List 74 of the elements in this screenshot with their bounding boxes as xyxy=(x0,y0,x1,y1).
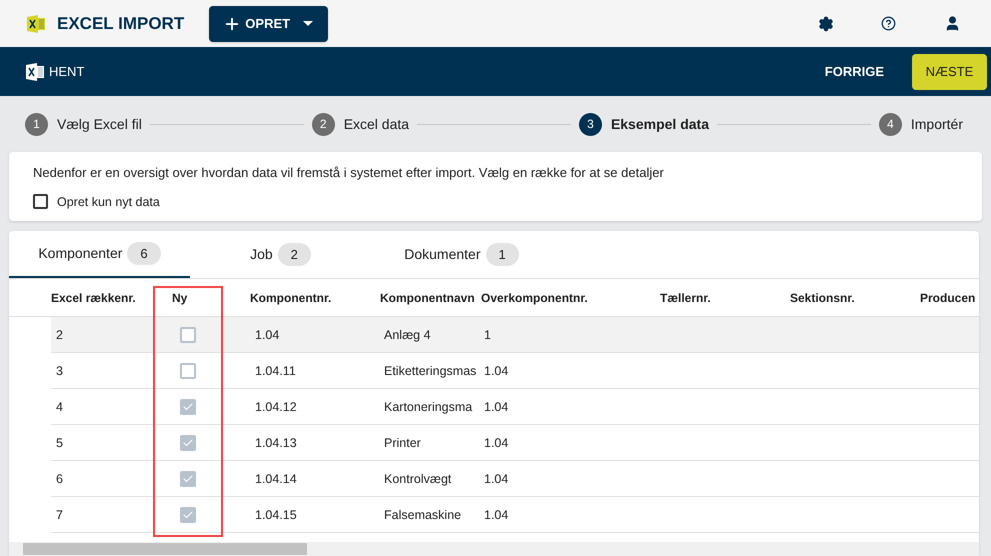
table-cell: Kontrolvægt xyxy=(384,472,452,486)
app-title: EXCEL IMPORT xyxy=(57,12,184,35)
new-checkbox[interactable] xyxy=(180,506,196,522)
table-cell: 2 xyxy=(56,328,63,342)
table-cell: 1.04 xyxy=(484,508,508,522)
table-cell: 1.04 xyxy=(484,400,508,414)
table-cell: 1.04.14 xyxy=(255,472,297,486)
horizontal-scrollbar[interactable] xyxy=(9,542,979,556)
table-row[interactable]: 3 1.04.11 Etiketteringsmas 1.04 xyxy=(51,353,979,389)
table-row[interactable]: 7 1.04.15 Falsemaskine 1.04 xyxy=(51,497,979,533)
column-header[interactable]: Overkomponentnr. xyxy=(481,290,588,304)
tab[interactable]: Job 2 xyxy=(190,231,371,278)
step-number: 3 xyxy=(578,112,602,136)
table-row[interactable]: 5 1.04.13 Printer 1.04 xyxy=(51,425,979,461)
table-cell: Falsemaskine xyxy=(384,508,462,522)
check-icon xyxy=(182,400,194,412)
info-text: Nedenfor er en oversigt over hvordan data vil fremstå i systemet efter import. Vælg en række for at se detaljer xyxy=(33,164,665,182)
create-button[interactable]: OPRET xyxy=(209,6,328,42)
only-new-checkbox[interactable] xyxy=(33,194,48,210)
table-cell: Etiketteringsmas xyxy=(384,364,476,378)
new-checkbox[interactable] xyxy=(180,434,196,450)
table-cell: Printer xyxy=(384,436,421,450)
table-cell: 1.04 xyxy=(484,436,508,450)
column-header[interactable]: Sektionsnr. xyxy=(790,290,855,304)
column-header[interactable]: Komponentnr. xyxy=(250,290,332,304)
table-cell: 7 xyxy=(56,508,63,522)
column-header[interactable]: Excel rækkenr. xyxy=(51,290,136,304)
table-cell: 1.04 xyxy=(255,328,280,342)
excel-icon xyxy=(26,14,46,34)
table-cell: Kartoneringsma xyxy=(384,400,472,414)
column-header[interactable]: Tællernr. xyxy=(660,290,711,304)
table-row[interactable]: 2 1.04 Anlæg 4 1 xyxy=(51,317,979,353)
fetch-button[interactable]: HENT xyxy=(49,62,84,82)
step-label: Importér xyxy=(910,114,963,134)
previous-button[interactable]: FORRIGE xyxy=(824,62,884,82)
step-label: Eksempel data xyxy=(610,114,709,134)
step-number: 2 xyxy=(312,112,335,136)
column-header[interactable]: Komponentnavn xyxy=(380,290,475,304)
user-icon[interactable] xyxy=(944,15,961,32)
checkbox-label: Opret kun nyt data xyxy=(57,194,160,211)
step-number: 1 xyxy=(25,112,48,136)
table-cell: 1.04.13 xyxy=(255,436,297,450)
settings-icon[interactable] xyxy=(818,16,834,32)
help-icon[interactable] xyxy=(881,16,896,31)
table-cell: 3 xyxy=(56,364,63,378)
step-label: Vælg Excel fil xyxy=(57,114,142,134)
table-cell: 5 xyxy=(56,436,63,450)
next-button[interactable]: NÆSTE xyxy=(912,54,987,90)
column-header[interactable]: Producen xyxy=(920,290,976,304)
step-number: 4 xyxy=(878,112,902,136)
table-cell: 4 xyxy=(56,400,63,414)
check-icon xyxy=(182,436,194,448)
table-cell: Anlæg 4 xyxy=(384,328,431,342)
table-cell: 1.04.11 xyxy=(255,364,296,378)
excel-icon xyxy=(25,62,45,82)
table-cell: 1.04.12 xyxy=(255,400,297,414)
caret-icon xyxy=(302,20,314,26)
table-cell: 6 xyxy=(56,472,63,486)
new-checkbox[interactable] xyxy=(180,398,196,414)
new-checkbox[interactable] xyxy=(180,326,196,342)
tab[interactable]: Dokumenter 1 xyxy=(371,231,552,278)
check-icon xyxy=(182,472,194,484)
new-checkbox[interactable] xyxy=(180,362,196,378)
step-label: Excel data xyxy=(344,114,410,134)
table-row[interactable]: 6 1.04.14 Kontrolvægt 1.04 xyxy=(51,461,979,497)
table-cell: 1 xyxy=(484,328,491,342)
table-cell: 1.04.15 xyxy=(255,508,297,522)
table-cell: 1.04 xyxy=(484,364,508,378)
table-cell: 1.04 xyxy=(484,472,508,486)
new-checkbox[interactable] xyxy=(180,470,196,486)
tab[interactable]: Komponenter 6 xyxy=(9,231,190,278)
column-header[interactable]: Ny xyxy=(172,290,188,304)
table-row[interactable]: 4 1.04.12 Kartoneringsma 1.04 xyxy=(51,389,979,425)
check-icon xyxy=(182,508,194,520)
